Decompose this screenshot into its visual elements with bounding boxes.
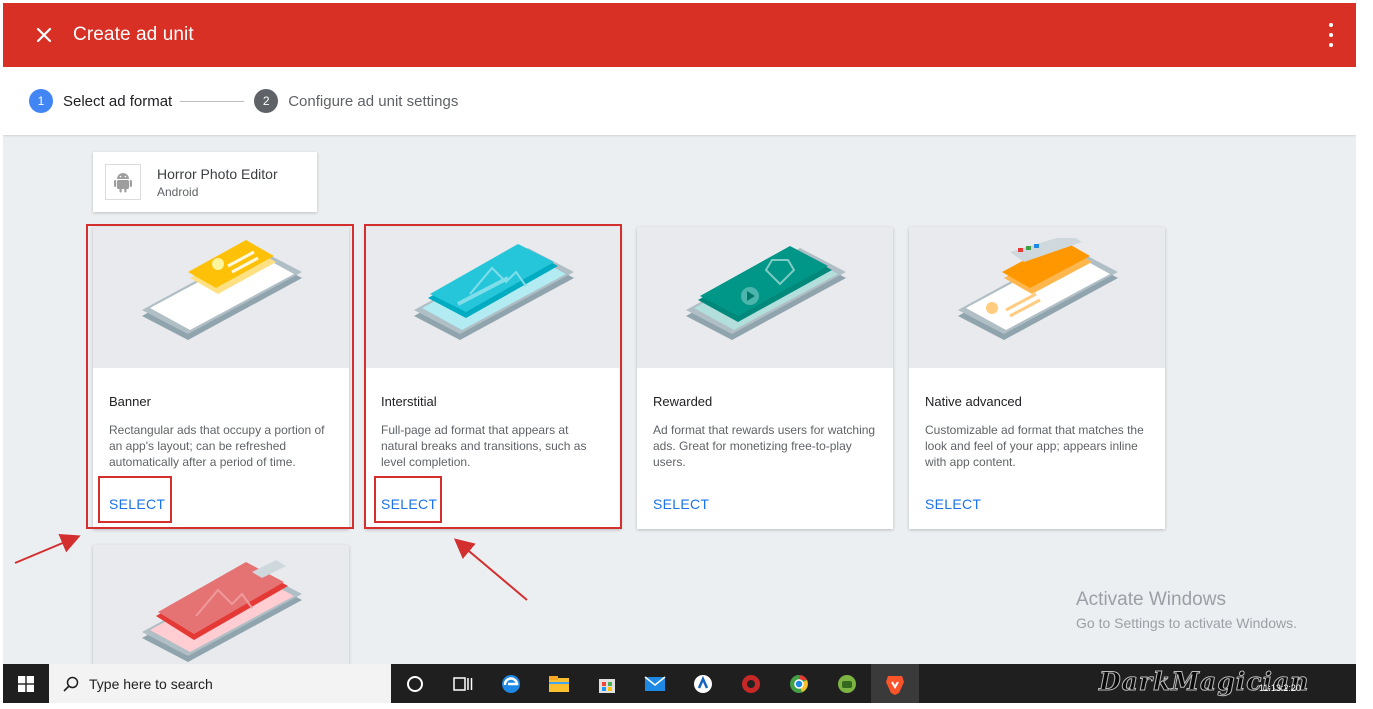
taskbar-search-input[interactable]: Type here to search [49, 664, 391, 703]
watermark-title: Activate Windows [1076, 589, 1226, 610]
antivirus-icon[interactable] [727, 664, 775, 703]
clock: 11:13:2:20 [1259, 683, 1301, 693]
windows-icon [18, 675, 34, 692]
taskbar: Type here to search DarkMagician 11:13:2… [3, 664, 1356, 703]
chrome-icon[interactable] [775, 664, 823, 703]
mail-icon[interactable] [631, 664, 679, 703]
start-button[interactable] [3, 664, 49, 703]
cortana-icon[interactable] [391, 664, 439, 703]
search-placeholder: Type here to search [89, 675, 213, 692]
activation-watermark: Activate Windows Go to Settings to activ… [1076, 589, 1297, 631]
app-window: Create ad unit 1 Select ad format 2 Conf… [3, 3, 1356, 703]
app-icon[interactable] [679, 664, 727, 703]
task-view-icon[interactable] [439, 664, 487, 703]
brave-icon[interactable] [871, 664, 919, 703]
store-icon[interactable] [583, 664, 631, 703]
watermark-subtitle: Go to Settings to activate Windows. [1076, 615, 1297, 631]
file-explorer-icon[interactable] [535, 664, 583, 703]
search-icon [63, 676, 79, 692]
edge-icon[interactable] [487, 664, 535, 703]
android-studio-icon[interactable] [823, 664, 871, 703]
